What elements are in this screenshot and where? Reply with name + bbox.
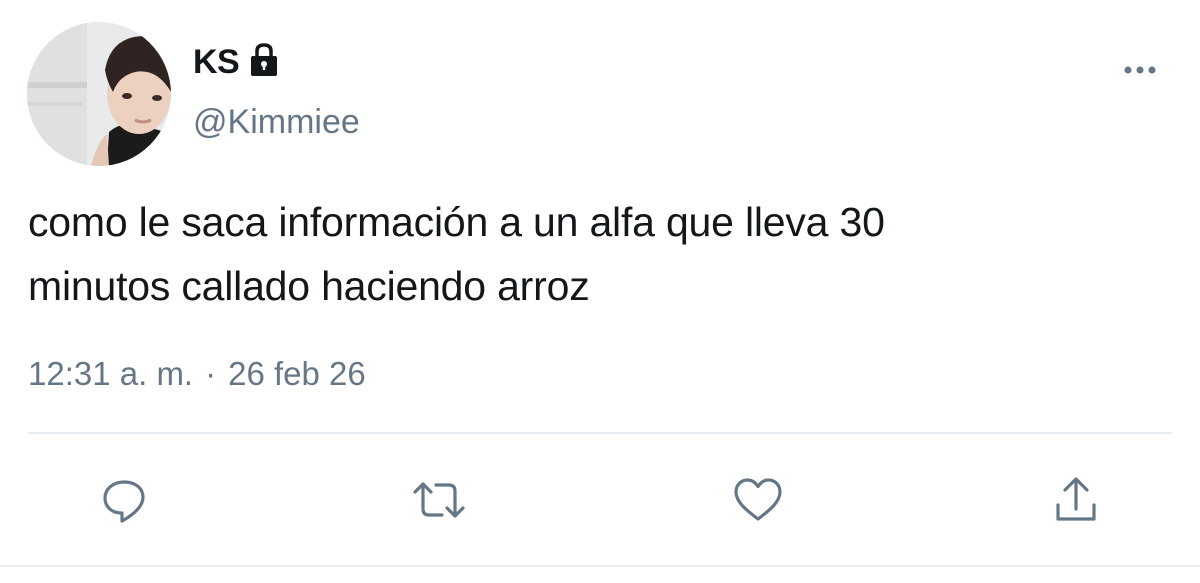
lock-icon <box>247 42 281 78</box>
reply-icon <box>103 480 145 523</box>
bottom-divider <box>0 565 1200 567</box>
tweet-timestamp[interactable]: 12:31 a. m. · 26 feb 26 <box>28 355 366 393</box>
divider <box>28 432 1172 434</box>
meta-separator: · <box>205 355 217 392</box>
display-name-row: KS <box>193 38 281 86</box>
share-button[interactable] <box>1046 470 1106 530</box>
action-bar <box>0 470 1200 530</box>
tweet-text-line-2: minutos callado haciendo arroz <box>28 263 590 309</box>
like-button[interactable] <box>728 470 788 530</box>
display-name[interactable]: KS <box>193 43 240 82</box>
tweet-card: KS @Kimmiee como le saca información a u… <box>0 0 1200 583</box>
more-options-icon[interactable] <box>1118 58 1162 82</box>
avatar[interactable] <box>27 22 171 166</box>
avatar-photo <box>27 22 171 166</box>
tweet-text: como le saca información a un alfa que l… <box>28 190 1178 318</box>
share-icon <box>1056 477 1096 521</box>
heart-icon <box>734 478 782 521</box>
tweet-text-line-1: como le saca información a un alfa que l… <box>28 199 885 245</box>
tweet-date: 26 feb 26 <box>228 355 366 392</box>
retweet-button[interactable] <box>409 470 469 530</box>
retweet-icon <box>413 482 465 518</box>
user-handle[interactable]: @Kimmiee <box>193 103 360 142</box>
tweet-time: 12:31 a. m. <box>28 355 194 392</box>
reply-button[interactable] <box>94 470 154 530</box>
